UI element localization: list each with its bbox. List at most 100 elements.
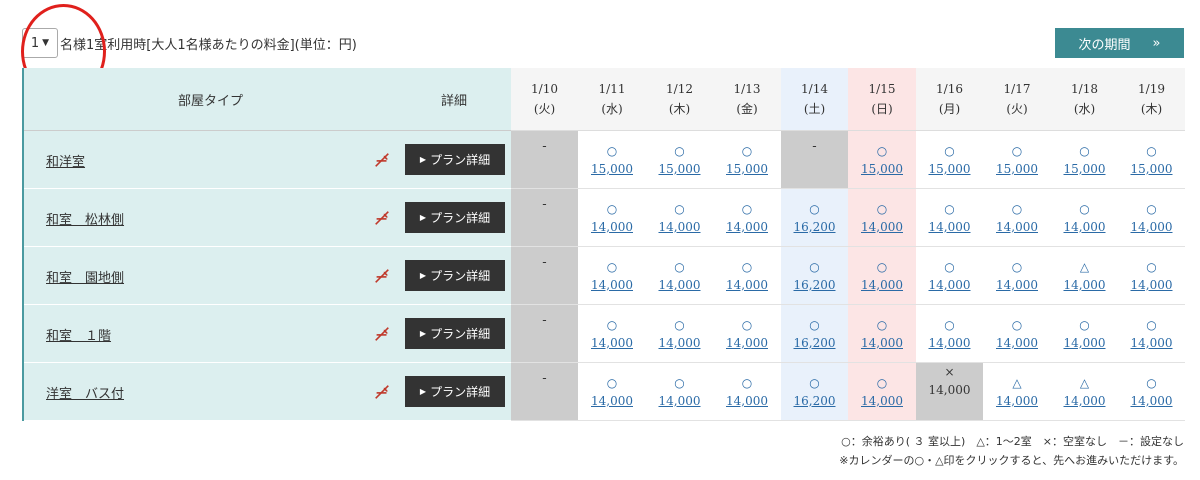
availability-cell[interactable]: ○ 14,000: [1051, 304, 1118, 363]
availability-mark[interactable]: ○: [578, 142, 646, 160]
availability-cell[interactable]: ○ 14,000: [983, 304, 1051, 363]
guest-count-select[interactable]: 1 ▼: [22, 28, 58, 58]
price-link[interactable]: 14,000: [916, 334, 983, 352]
availability-mark[interactable]: ○: [848, 142, 916, 160]
availability-mark[interactable]: ○: [983, 142, 1051, 160]
price-link[interactable]: 15,000: [1051, 160, 1118, 178]
room-name-link[interactable]: 和室 園地側: [46, 267, 124, 286]
availability-mark[interactable]: △: [983, 374, 1051, 392]
price-link[interactable]: 14,000: [646, 392, 713, 410]
availability-cell[interactable]: ○ 14,000: [646, 362, 713, 421]
availability-cell[interactable]: ○ 14,000: [713, 362, 781, 421]
room-name-link[interactable]: 和洋室: [46, 151, 85, 170]
availability-mark[interactable]: ○: [916, 316, 983, 334]
price-link[interactable]: 16,200: [781, 276, 848, 294]
price-link[interactable]: 14,000: [1118, 276, 1185, 294]
availability-cell[interactable]: ○ 14,000: [646, 246, 713, 305]
availability-cell[interactable]: △ 14,000: [1051, 362, 1118, 421]
availability-cell[interactable]: ○ 14,000: [646, 304, 713, 363]
price-link[interactable]: 14,000: [646, 218, 713, 236]
availability-cell[interactable]: ○ 14,000: [916, 246, 983, 305]
availability-cell[interactable]: ○ 14,000: [848, 188, 916, 247]
price-link[interactable]: 14,000: [578, 218, 646, 236]
availability-mark[interactable]: ○: [713, 142, 781, 160]
availability-mark[interactable]: ○: [646, 142, 713, 160]
next-period-button[interactable]: 次の期間 »: [1055, 28, 1184, 58]
availability-mark[interactable]: ○: [1118, 258, 1185, 276]
availability-cell[interactable]: ○ 14,000: [646, 188, 713, 247]
availability-mark[interactable]: ○: [916, 142, 983, 160]
availability-mark[interactable]: ○: [1118, 200, 1185, 218]
availability-cell[interactable]: ○ 16,200: [781, 362, 848, 421]
price-link[interactable]: 14,000: [916, 218, 983, 236]
availability-cell[interactable]: ○ 16,200: [781, 188, 848, 247]
price-link[interactable]: 14,000: [1118, 392, 1185, 410]
availability-mark[interactable]: ○: [781, 200, 848, 218]
price-link[interactable]: 15,000: [578, 160, 646, 178]
availability-mark[interactable]: ○: [983, 200, 1051, 218]
availability-cell[interactable]: ○ 16,200: [781, 246, 848, 305]
room-name-link[interactable]: 和室 １階: [46, 325, 111, 344]
availability-mark[interactable]: ○: [983, 258, 1051, 276]
plan-detail-button[interactable]: ▶ プラン詳細: [405, 318, 505, 349]
price-link[interactable]: 14,000: [713, 276, 781, 294]
price-link[interactable]: 14,000: [1051, 276, 1118, 294]
availability-mark[interactable]: ○: [781, 258, 848, 276]
availability-mark[interactable]: ○: [916, 258, 983, 276]
availability-cell[interactable]: ○ 14,000: [1118, 362, 1185, 421]
availability-mark[interactable]: ○: [781, 374, 848, 392]
availability-mark[interactable]: ○: [646, 258, 713, 276]
price-link[interactable]: 14,000: [848, 218, 916, 236]
availability-cell[interactable]: △ 14,000: [983, 362, 1051, 421]
price-link[interactable]: 14,000: [983, 218, 1051, 236]
availability-mark[interactable]: ○: [646, 374, 713, 392]
price-link[interactable]: 14,000: [848, 276, 916, 294]
availability-mark[interactable]: ○: [713, 258, 781, 276]
availability-mark[interactable]: ○: [1118, 142, 1185, 160]
price-link[interactable]: 15,000: [1118, 160, 1185, 178]
availability-cell[interactable]: ○ 15,000: [848, 130, 916, 189]
price-link[interactable]: 14,000: [646, 334, 713, 352]
availability-mark[interactable]: ○: [578, 374, 646, 392]
price-link[interactable]: 16,200: [781, 334, 848, 352]
availability-mark[interactable]: ○: [1051, 200, 1118, 218]
availability-cell[interactable]: ○ 14,000: [848, 246, 916, 305]
availability-cell[interactable]: ○ 15,000: [916, 130, 983, 189]
availability-cell[interactable]: ○ 14,000: [578, 188, 646, 247]
availability-cell[interactable]: ○ 15,000: [646, 130, 713, 189]
availability-mark[interactable]: ○: [578, 258, 646, 276]
availability-mark[interactable]: ○: [1118, 374, 1185, 392]
availability-cell[interactable]: ○ 15,000: [983, 130, 1051, 189]
price-link[interactable]: 14,000: [983, 276, 1051, 294]
availability-mark[interactable]: ○: [1051, 316, 1118, 334]
price-link[interactable]: 14,000: [1118, 218, 1185, 236]
plan-detail-button[interactable]: ▶ プラン詳細: [405, 260, 505, 291]
price-link[interactable]: 14,000: [713, 334, 781, 352]
availability-cell[interactable]: ○ 14,000: [578, 304, 646, 363]
availability-cell[interactable]: ○ 14,000: [916, 304, 983, 363]
availability-cell[interactable]: ○ 14,000: [848, 304, 916, 363]
availability-cell[interactable]: ○ 14,000: [578, 362, 646, 421]
price-link[interactable]: 14,000: [713, 218, 781, 236]
availability-mark[interactable]: ○: [713, 200, 781, 218]
price-link[interactable]: 15,000: [713, 160, 781, 178]
price-link[interactable]: 14,000: [983, 392, 1051, 410]
availability-cell[interactable]: △ 14,000: [1051, 246, 1118, 305]
availability-mark[interactable]: ○: [848, 374, 916, 392]
plan-detail-button[interactable]: ▶ プラン詳細: [405, 144, 505, 175]
availability-mark[interactable]: ○: [916, 200, 983, 218]
price-link[interactable]: 14,000: [1051, 334, 1118, 352]
availability-cell[interactable]: ○ 14,000: [713, 246, 781, 305]
availability-mark[interactable]: ○: [578, 200, 646, 218]
price-link[interactable]: 14,000: [916, 276, 983, 294]
price-link[interactable]: 14,000: [578, 334, 646, 352]
price-link[interactable]: 14,000: [1051, 218, 1118, 236]
price-link[interactable]: 15,000: [848, 160, 916, 178]
availability-mark[interactable]: ○: [646, 316, 713, 334]
availability-cell[interactable]: ○ 14,000: [1051, 188, 1118, 247]
room-name-link[interactable]: 和室 松林側: [46, 209, 124, 228]
availability-mark[interactable]: ○: [848, 316, 916, 334]
availability-cell[interactable]: ○ 14,000: [713, 304, 781, 363]
availability-cell[interactable]: ○ 14,000: [916, 188, 983, 247]
availability-cell[interactable]: ○ 14,000: [713, 188, 781, 247]
